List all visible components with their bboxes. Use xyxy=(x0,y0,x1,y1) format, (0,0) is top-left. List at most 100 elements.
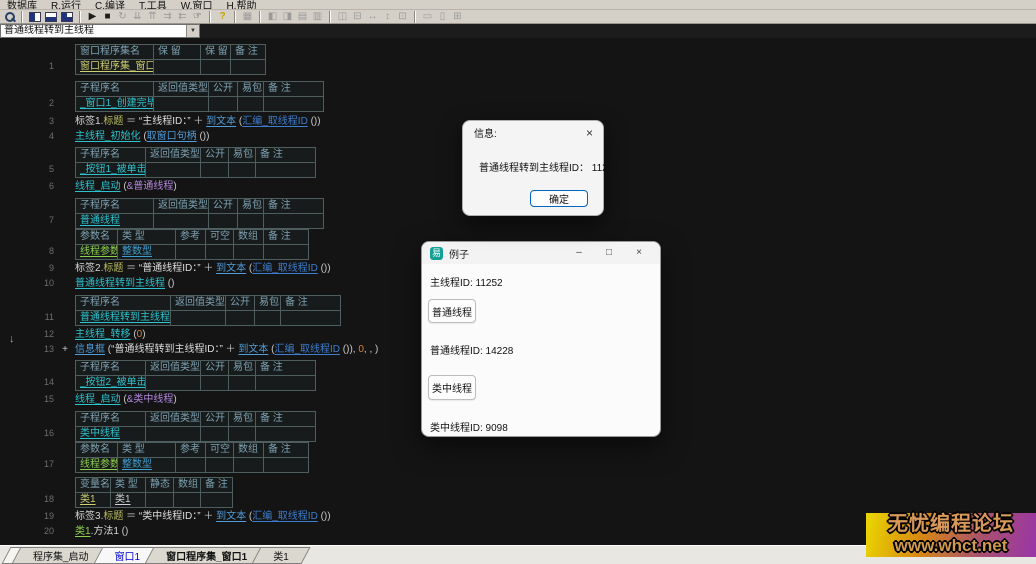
grid-cell[interactable] xyxy=(176,458,206,473)
grid-cell[interactable]: _按钮1_被单击 xyxy=(76,163,146,178)
grid-cell[interactable] xyxy=(209,214,238,229)
dialog-ok-button[interactable]: 确定 xyxy=(530,190,588,207)
code-line[interactable]: 标签2.标题 ＝ “普通线程ID：” ＋ 到文本 (汇编_取线程ID ()) xyxy=(75,261,331,276)
grid-cell[interactable] xyxy=(234,458,264,473)
run-to-cursor-icon[interactable]: ⇇ xyxy=(175,11,190,23)
grid-cell[interactable]: 整数型 xyxy=(118,458,176,473)
align-right-icon[interactable]: ◨ xyxy=(280,11,295,23)
window-tile-icon[interactable] xyxy=(61,12,73,22)
tab-window-program-set-window1[interactable]: 窗口程序集_窗口1 xyxy=(153,546,260,564)
step-into-icon[interactable]: ⇊ xyxy=(130,11,145,23)
tab-program-set-start[interactable]: 程序集_启动 xyxy=(20,546,102,564)
grid-cell[interactable] xyxy=(238,97,264,112)
window-split-bottom-icon[interactable] xyxy=(45,12,57,22)
grid-cell[interactable] xyxy=(264,245,309,260)
grid-cell[interactable]: 类中线程 xyxy=(76,427,146,442)
menu-tools[interactable]: T.工具 xyxy=(132,0,174,10)
code-line[interactable]: 线程_启动 (&类中线程) xyxy=(75,392,177,407)
grid-cell[interactable] xyxy=(234,245,264,260)
grid-cell[interactable] xyxy=(206,458,234,473)
grid-cell[interactable]: 线程参数 xyxy=(76,458,118,473)
dialog-close-icon[interactable]: × xyxy=(586,127,593,139)
grid-cell[interactable] xyxy=(256,376,316,391)
grid-cell[interactable] xyxy=(264,214,324,229)
grid-cell[interactable] xyxy=(256,163,316,178)
grid-cell[interactable] xyxy=(201,376,229,391)
grid-cell[interactable]: 整数型 xyxy=(118,245,176,260)
grid-cell[interactable]: 类1 xyxy=(111,493,146,508)
pause-hand-icon[interactable]: ☞ xyxy=(190,11,205,23)
stop-icon[interactable]: ■ xyxy=(100,11,115,23)
code-line[interactable]: 信息框 (“普通线程转到主线程ID：” ＋ 到文本 (汇编_取线程ID ()),… xyxy=(75,342,378,357)
grid-cell[interactable] xyxy=(146,427,201,442)
code-line[interactable]: 线程_启动 (&普通线程) xyxy=(75,179,177,194)
grid-cell[interactable] xyxy=(256,427,316,442)
snap-grid-icon[interactable]: ⊞ xyxy=(450,11,465,23)
grid-cell[interactable]: 窗口程序集_窗口1 xyxy=(76,60,154,75)
grid-cell[interactable] xyxy=(206,245,234,260)
grid-cell[interactable]: 普通线程 xyxy=(76,214,154,229)
center-vertical-icon[interactable]: ⊟ xyxy=(350,11,365,23)
minimize-button[interactable]: – xyxy=(564,243,594,263)
same-size-icon[interactable]: ⊡ xyxy=(395,11,410,23)
grid-cell[interactable] xyxy=(255,311,281,326)
grid-cell[interactable] xyxy=(226,311,255,326)
maximize-button[interactable]: □ xyxy=(594,243,624,263)
grid-cell[interactable]: _窗口1_创建完毕 xyxy=(76,97,154,112)
form-grid-icon[interactable]: ▦ xyxy=(240,11,255,23)
menu-run[interactable]: R.运行 xyxy=(44,0,88,10)
grid-cell[interactable] xyxy=(154,214,209,229)
window-split-left-icon[interactable] xyxy=(29,12,41,22)
grid-cell[interactable] xyxy=(201,60,231,75)
grid-cell[interactable] xyxy=(229,376,256,391)
close-button[interactable]: × xyxy=(624,243,654,263)
run-icon[interactable]: ▶ xyxy=(85,11,100,23)
grid-cell[interactable]: _按钮2_被单击 xyxy=(76,376,146,391)
same-width-icon[interactable]: ↔ xyxy=(365,11,380,23)
grid-cell[interactable] xyxy=(201,493,233,508)
center-horizontal-icon[interactable]: ◫ xyxy=(335,11,350,23)
grid-cell[interactable] xyxy=(146,163,201,178)
code-line[interactable]: 主线程_转移 (0) xyxy=(75,327,146,342)
code-line[interactable]: 普通线程转到主线程 () xyxy=(75,276,174,291)
procedure-selector[interactable]: 普通线程转到主线程 ▼ xyxy=(0,24,200,38)
grid-cell[interactable] xyxy=(238,214,264,229)
fold-marker[interactable]: + xyxy=(62,342,68,357)
code-line[interactable]: 标签3.标题 ＝ “类中线程ID：” ＋ 到文本 (汇编_取线程ID ()) xyxy=(75,509,331,524)
code-line[interactable]: 主线程_初始化 (取窗口句柄 ()) xyxy=(75,129,209,144)
step-out-icon[interactable]: ⇈ xyxy=(145,11,160,23)
grid-cell[interactable] xyxy=(146,376,201,391)
menu-help[interactable]: H.帮助 xyxy=(219,0,263,10)
step-over-icon[interactable]: ⇉ xyxy=(160,11,175,23)
find-icon[interactable]: ? xyxy=(215,11,230,23)
code-line[interactable]: 标签1.标题 ＝ “主线程ID：” ＋ 到文本 (汇编_取线程ID ()) xyxy=(75,114,321,129)
zoom-select-icon[interactable] xyxy=(2,11,17,23)
align-top-icon[interactable]: ▤ xyxy=(295,11,310,23)
grid-cell[interactable] xyxy=(201,427,229,442)
restart-icon[interactable]: ↻ xyxy=(115,11,130,23)
grid-cell[interactable]: 类1 xyxy=(76,493,111,508)
align-bottom-icon[interactable]: ▥ xyxy=(310,11,325,23)
grid-cell[interactable] xyxy=(176,245,206,260)
grid-cell[interactable] xyxy=(231,60,266,75)
grid-cell[interactable] xyxy=(229,427,256,442)
grid-cell[interactable] xyxy=(154,97,209,112)
grid-cell[interactable] xyxy=(264,97,324,112)
example-window-title-bar[interactable]: 易 例子 – □ × xyxy=(422,242,660,264)
grid-cell[interactable] xyxy=(264,458,309,473)
space-horizontal-icon[interactable]: ▭ xyxy=(420,11,435,23)
grid-cell[interactable] xyxy=(154,60,201,75)
menu-compile[interactable]: C.编译 xyxy=(88,0,132,10)
grid-cell[interactable]: 线程参数 xyxy=(76,245,118,260)
grid-cell[interactable] xyxy=(174,493,201,508)
grid-cell[interactable] xyxy=(171,311,226,326)
normal-thread-button[interactable]: 普通线程 xyxy=(428,299,476,323)
grid-cell[interactable] xyxy=(229,163,256,178)
tab-class1[interactable]: 类1 xyxy=(260,546,302,564)
grid-cell[interactable] xyxy=(281,311,341,326)
dropdown-arrow-icon[interactable]: ▼ xyxy=(186,25,199,37)
menu-window[interactable]: W.窗口 xyxy=(174,0,220,10)
grid-cell[interactable] xyxy=(146,493,174,508)
code-line[interactable]: 类1.方法1 () xyxy=(75,524,128,539)
class-thread-button[interactable]: 类中线程 xyxy=(428,375,476,400)
